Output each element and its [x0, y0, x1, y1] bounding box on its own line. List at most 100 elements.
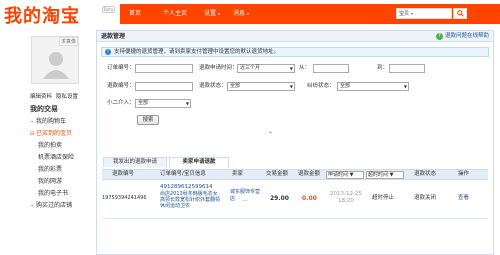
sort-apply-time-select[interactable]: 申请时间 ▼ — [326, 171, 364, 179]
page-title: 退款管理 — [101, 33, 126, 40]
sidebar: 求真像 编辑资料 隐私设置 我的交易 + 我的购物车 ⊟ 已买到的宝贝 我的拍卖 机票… — [28, 30, 92, 255]
profile-links: 编辑资料 隐私设置 — [30, 92, 82, 100]
search-submit-button[interactable]: 搜索 — [137, 115, 159, 125]
info-icon: i — [105, 49, 111, 55]
sidebar-item-lottery[interactable]: 我的彩票 — [30, 164, 92, 176]
logo-text: 我的淘宝 — [4, 6, 80, 27]
chevron-down-icon: ▾ — [218, 11, 221, 16]
search-scope-select[interactable]: 宝贝 ▾ — [399, 9, 413, 18]
avatar-tag: 求真像 — [58, 37, 78, 46]
cell-status: 退款关闭 — [414, 195, 437, 201]
sort-timeout-select[interactable]: 超时时间 ▼ — [366, 171, 404, 179]
cell-seller-sub: — — [242, 198, 248, 204]
from-date-input[interactable] — [313, 64, 349, 73]
sidebar-item-label: 购买过的店铺 — [36, 202, 73, 209]
apply-time-label: 退款申请时间： — [199, 65, 238, 71]
nav-settings-label: 设置 — [204, 10, 217, 17]
refund-status-value: 全部 — [230, 83, 241, 89]
sidebar-item-ebooks[interactable]: 我的电子书 — [30, 188, 92, 200]
view-detail-link[interactable]: 查看 — [458, 195, 469, 202]
dispute-status-value: 全部 — [340, 83, 351, 89]
chevron-down-icon: ▼ — [403, 84, 407, 89]
refund-no-input[interactable] — [135, 82, 193, 91]
cell-order-no[interactable]: 491289612599614 — [160, 184, 213, 191]
nav-messages[interactable]: 消息 ▾ — [233, 4, 249, 24]
sidebar-item-bought[interactable]: ⊟ 已买到的宝贝 — [30, 128, 92, 140]
panel-header: 退款管理 ? 退款问题在线帮助 — [97, 31, 493, 42]
nav-home[interactable]: 首页 — [129, 4, 141, 24]
search-input[interactable]: 宝贝 ▾ — [396, 8, 452, 19]
cell-item-title[interactable]: 尚店2013秋冬韩版毛衣女高领长款宽松针织外套翻领休闲运动卫衣 — [160, 191, 222, 209]
sidebar-item-label: 已买到的宝贝 — [36, 130, 73, 137]
search-scope-label: 宝贝 — [399, 11, 410, 17]
nav-messages-label: 消息 — [233, 10, 246, 17]
collapse-arrow-icon[interactable]: ⌃ — [268, 131, 273, 138]
edit-profile-link[interactable]: 编辑资料 — [30, 94, 52, 100]
user-silhouette-icon — [43, 52, 69, 79]
th-refund-amount: 退款金额 — [298, 171, 321, 177]
sidebar-item-auction[interactable]: 我的拍卖 — [30, 140, 92, 152]
cell-timeout: 超时停止 — [372, 195, 395, 201]
search-button[interactable] — [453, 8, 467, 19]
help-label: 退款问题在线帮助 — [444, 33, 489, 39]
sidebar-section-title: 我的交易 — [30, 105, 58, 113]
table-header: 退款编号 订单编号/宝贝信息 卖家 交易金额 退款金额 申请时间 ▼ 超时时间 … — [102, 169, 488, 180]
chevron-down-icon: ▼ — [349, 172, 354, 178]
order-no-label: 订单编号： — [107, 65, 135, 71]
sidebar-item-games[interactable]: 我的网游 — [30, 176, 92, 188]
tab-seller-refunds[interactable]: 卖家申请退款 — [169, 157, 229, 168]
chevron-down-icon: ▾ — [411, 11, 414, 16]
chevron-down-icon: ▼ — [289, 84, 293, 89]
help-icon: ? — [435, 33, 443, 40]
th-operation: 操作 — [458, 171, 470, 177]
xiaoer-select[interactable]: 全部 ▼ — [135, 99, 191, 108]
cell-apply-clock: 18:20 — [338, 198, 354, 204]
th-deal-amount: 交易金额 — [266, 171, 289, 177]
avatar[interactable]: 求真像 — [31, 36, 79, 84]
beta-badge: Beta — [102, 6, 116, 13]
sidebar-item-shops[interactable]: + 购买过的店铺 — [30, 200, 92, 212]
notice-bar: i 支持便捷的退货管理，请到卖家支付管理中设置您的默认退货地址。 — [101, 47, 489, 57]
th-order-item: 订单编号/宝贝信息 — [160, 171, 206, 177]
table-row: 19759394241496 491289612599614 尚店2013秋冬韩… — [102, 181, 488, 219]
th-apply-time: 申请时间 — [328, 172, 349, 178]
nav-profile[interactable]: 个人主页 — [163, 4, 187, 24]
taobao-logo[interactable]: 我的淘宝 — [4, 3, 80, 27]
refund-management-panel: 退款管理 ? 退款问题在线帮助 i 支持便捷的退货管理，请到卖家支付管理中设置您的… — [96, 30, 494, 255]
xiaoer-value: 全部 — [138, 100, 149, 106]
refund-no-label: 退款编号： — [107, 83, 135, 89]
sidebar-item-travel[interactable]: 机票酒店保险 — [30, 152, 92, 164]
dispute-status-label: 纠纷状态： — [307, 83, 335, 89]
privacy-settings-link[interactable]: 隐私设置 — [56, 94, 78, 100]
cell-apply-date: 2013-12-25 — [330, 191, 362, 197]
nav-settings[interactable]: 设置 ▾ — [204, 4, 220, 24]
from-label: 从： — [299, 65, 311, 71]
sidebar-menu: + 我的购物车 ⊟ 已买到的宝贝 我的拍卖 机票酒店保险 我的彩票 我的网游 我的电… — [30, 116, 92, 212]
refund-status-label: 退款状态： — [199, 83, 227, 89]
chevron-down-icon: ▼ — [185, 101, 189, 106]
th-refund-no: 退款编号 — [112, 171, 135, 177]
th-timeout: 超时时间 — [368, 172, 389, 178]
th-status: 退款状态 — [414, 171, 437, 177]
sidebar-item-label: 我的购物车 — [36, 118, 67, 125]
cell-refund-amount: 0.00 — [302, 195, 317, 202]
xiaoer-label: 小二介入： — [107, 100, 135, 106]
to-date-input[interactable] — [389, 64, 425, 73]
search-icon — [456, 10, 464, 17]
notice-text: 支持便捷的退货管理，请到卖家支付管理中设置您的默认退货地址。 — [114, 49, 280, 55]
tab-my-refund-requests[interactable]: 我发出的退款申请 — [103, 157, 167, 167]
online-help-link[interactable]: ? 退款问题在线帮助 — [435, 31, 489, 42]
refund-status-select[interactable]: 全部 ▼ — [227, 82, 295, 91]
cell-refund-no: 19759394241496 — [102, 195, 147, 201]
chevron-down-icon: ▾ — [247, 11, 250, 16]
chevron-down-icon: ▼ — [289, 66, 293, 71]
chevron-down-icon: ▼ — [389, 172, 394, 178]
dispute-status-select[interactable]: 全部 ▼ — [337, 82, 409, 91]
th-seller: 卖家 — [232, 171, 244, 177]
cell-deal-amount: 29.00 — [270, 195, 289, 202]
order-no-input[interactable] — [135, 64, 193, 73]
apply-time-select[interactable]: 近三个月 ▼ — [237, 64, 295, 73]
apply-time-value: 近三个月 — [240, 65, 261, 71]
sidebar-item-cart[interactable]: + 我的购物车 — [30, 116, 92, 128]
to-label: 到： — [377, 65, 389, 71]
